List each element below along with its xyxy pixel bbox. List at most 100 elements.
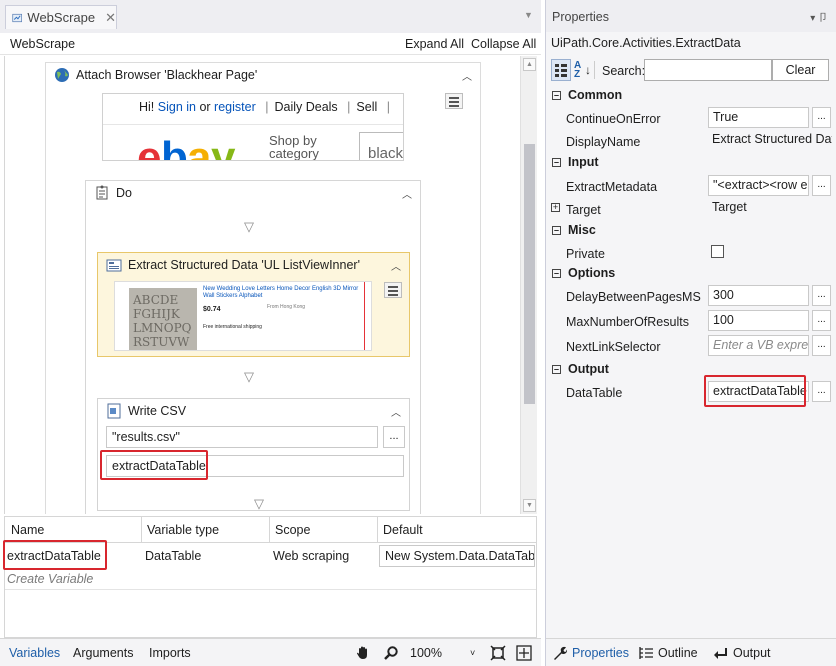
overview-icon[interactable]	[516, 645, 532, 661]
delaybetweenpages-ellipsis-button[interactable]: ...	[812, 285, 831, 306]
close-tab-icon[interactable]: ✕	[105, 10, 116, 26]
variables-col-default[interactable]: Default	[383, 523, 423, 537]
property-row-target[interactable]: + Target Target	[546, 198, 836, 221]
scroll-down-icon[interactable]: ▼	[523, 499, 536, 512]
delaybetweenpages-input[interactable]: 300	[708, 285, 809, 306]
sort-alphabetical-icon[interactable]: AZ	[574, 61, 581, 80]
browse-file-button[interactable]: ...	[383, 426, 405, 448]
collapse-chevron-icon[interactable]: ︿	[391, 404, 401, 419]
preview-sign-in: Sign in	[157, 100, 196, 114]
extractmetadata-input[interactable]: "<extract><row e	[708, 175, 809, 196]
maxnumberofresults-ellipsis-button[interactable]: ...	[812, 310, 831, 331]
designer-canvas[interactable]: Attach Browser 'Blackhear Page' ︿ Hi! Si…	[4, 56, 520, 514]
extract-data-menu-icon[interactable]	[384, 282, 402, 298]
collapse-chevron-icon[interactable]: ︿	[462, 68, 472, 83]
svg-text:FGHIJK: FGHIJK	[133, 307, 181, 321]
property-row-extractmetadata[interactable]: ExtractMetadata "<extract><row e ...	[546, 175, 836, 198]
do-sequence[interactable]: Do ︿ ▽ Extract Structured Data 'UL ListV…	[85, 180, 421, 514]
collapse-category-icon[interactable]: –	[552, 90, 561, 100]
tab-output[interactable]: Output	[733, 646, 771, 660]
zoom-dropdown-icon[interactable]: ˅	[470, 648, 475, 658]
collapse-category-icon[interactable]: –	[552, 225, 561, 235]
property-row-delaybetweenpages[interactable]: DelayBetweenPagesMS 300 ...	[546, 285, 836, 308]
collapse-category-icon[interactable]: –	[552, 157, 561, 167]
collapse-category-icon[interactable]: –	[552, 364, 561, 374]
continueonerror-ellipsis-button[interactable]: ...	[812, 107, 831, 128]
breadcrumb-workflow[interactable]: WebScrape	[10, 37, 75, 51]
tab-outline[interactable]: Outline	[658, 646, 698, 660]
collapse-category-icon[interactable]: –	[552, 268, 561, 278]
hand-pan-icon[interactable]	[355, 645, 371, 661]
properties-search-input[interactable]	[644, 59, 772, 81]
expand-target-icon[interactable]: +	[551, 203, 560, 212]
displayname-input[interactable]: Extract Structured Data	[708, 130, 832, 151]
attach-browser-activity[interactable]: Attach Browser 'Blackhear Page' ︿ Hi! Si…	[45, 62, 481, 514]
expand-all-link[interactable]: Expand All	[405, 37, 464, 51]
designer-breadcrumb-bar: WebScrape Expand All Collapse All	[0, 33, 541, 55]
maxnumberofresults-input[interactable]: 100	[708, 310, 809, 331]
variables-col-name[interactable]: Name	[11, 523, 44, 537]
tab-variables[interactable]: Variables	[9, 646, 60, 660]
write-csv-activity[interactable]: Write CSV ︿ "results.csv" ... extractDat…	[97, 398, 410, 511]
property-row-maxnumberofresults[interactable]: MaxNumberOfResults 100 ...	[546, 310, 836, 333]
designer-vertical-scrollbar[interactable]: ▲ ▼	[520, 56, 537, 514]
document-tab-webscrape[interactable]: WebScrape ✕	[5, 5, 117, 29]
write-csv-filepath-input[interactable]: "results.csv"	[106, 426, 378, 448]
tab-arguments[interactable]: Arguments	[73, 646, 133, 660]
variable-type-cell[interactable]: DataTable	[145, 549, 201, 563]
properties-activity-type: UiPath.Core.Activities.ExtractData	[551, 36, 741, 50]
extractmetadata-ellipsis-button[interactable]: ...	[812, 175, 831, 196]
category-misc[interactable]: – Misc	[546, 219, 836, 241]
extract-structured-data-activity[interactable]: Extract Structured Data 'UL ListViewInne…	[97, 252, 410, 357]
zoom-search-icon[interactable]	[383, 645, 399, 661]
property-row-continueonerror[interactable]: ContinueOnError True ...	[546, 107, 836, 130]
property-row-displayname[interactable]: DisplayName Extract Structured Data	[546, 130, 836, 153]
variables-col-type[interactable]: Variable type	[147, 523, 219, 537]
nextlinkselector-ellipsis-button[interactable]: ...	[812, 335, 831, 356]
thumb-product-title: New Wedding Love Letters Home Decor Engl…	[203, 286, 359, 299]
scrollbar-thumb[interactable]	[524, 144, 535, 404]
continueonerror-input[interactable]: True	[708, 107, 809, 128]
collapse-chevron-icon[interactable]: ︿	[391, 258, 401, 273]
scroll-up-icon[interactable]: ▲	[523, 58, 536, 71]
nextlinkselector-input[interactable]: Enter a VB expres	[708, 335, 809, 356]
category-options[interactable]: – Options	[546, 262, 836, 284]
drop-target-arrow-icon: ▽	[254, 496, 264, 511]
extract-data-title: Extract Structured Data 'UL ListViewInne…	[128, 258, 360, 272]
tab-dropdown-icon[interactable]: ▼	[524, 10, 533, 20]
highlight-box	[3, 540, 107, 570]
thumb-product-price: $0.74	[203, 306, 221, 313]
variables-col-scope[interactable]: Scope	[275, 523, 310, 537]
private-checkbox[interactable]	[711, 245, 724, 258]
collapse-all-link[interactable]: Collapse All	[471, 37, 536, 51]
preview-link-sell: Sell	[356, 100, 378, 114]
preview-menu-icon[interactable]	[445, 93, 463, 109]
collapse-chevron-icon[interactable]: ︿	[402, 186, 412, 201]
create-variable-link[interactable]: Create Variable	[7, 572, 93, 586]
highlight-box	[100, 450, 208, 480]
ebay-logo: e b a y	[137, 134, 239, 161]
svg-text:y: y	[211, 134, 236, 161]
categorized-view-icon[interactable]	[551, 59, 571, 81]
datatable-ellipsis-button[interactable]: ...	[812, 381, 831, 402]
zoom-level-select[interactable]: 100%	[410, 646, 442, 660]
category-common[interactable]: – Common	[546, 84, 836, 106]
variable-default-input[interactable]: New System.Data.DataTable	[379, 545, 535, 567]
property-row-nextlinkselector[interactable]: NextLinkSelector Enter a VB expres ...	[546, 335, 836, 358]
globe-icon	[55, 68, 69, 82]
svg-text:LMNOPQ: LMNOPQ	[133, 321, 192, 335]
fit-to-screen-icon[interactable]	[490, 645, 506, 661]
highlight-box	[704, 375, 806, 407]
drop-target-arrow-icon: ▽	[244, 219, 254, 234]
attach-browser-title: Attach Browser 'Blackhear Page'	[76, 68, 258, 82]
category-input[interactable]: – Input	[546, 151, 836, 173]
clear-search-button[interactable]: Clear	[772, 59, 829, 81]
pin-icon[interactable]: ▾ 卩	[810, 9, 828, 24]
document-tab-label: WebScrape	[27, 10, 96, 25]
target-value: Target	[712, 200, 747, 214]
preview-shop-by: Shop by category	[269, 133, 319, 161]
wrench-icon	[554, 646, 568, 660]
tab-imports[interactable]: Imports	[149, 646, 191, 660]
tab-properties[interactable]: Properties	[572, 646, 629, 660]
variable-scope-cell[interactable]: Web scraping	[273, 549, 349, 563]
